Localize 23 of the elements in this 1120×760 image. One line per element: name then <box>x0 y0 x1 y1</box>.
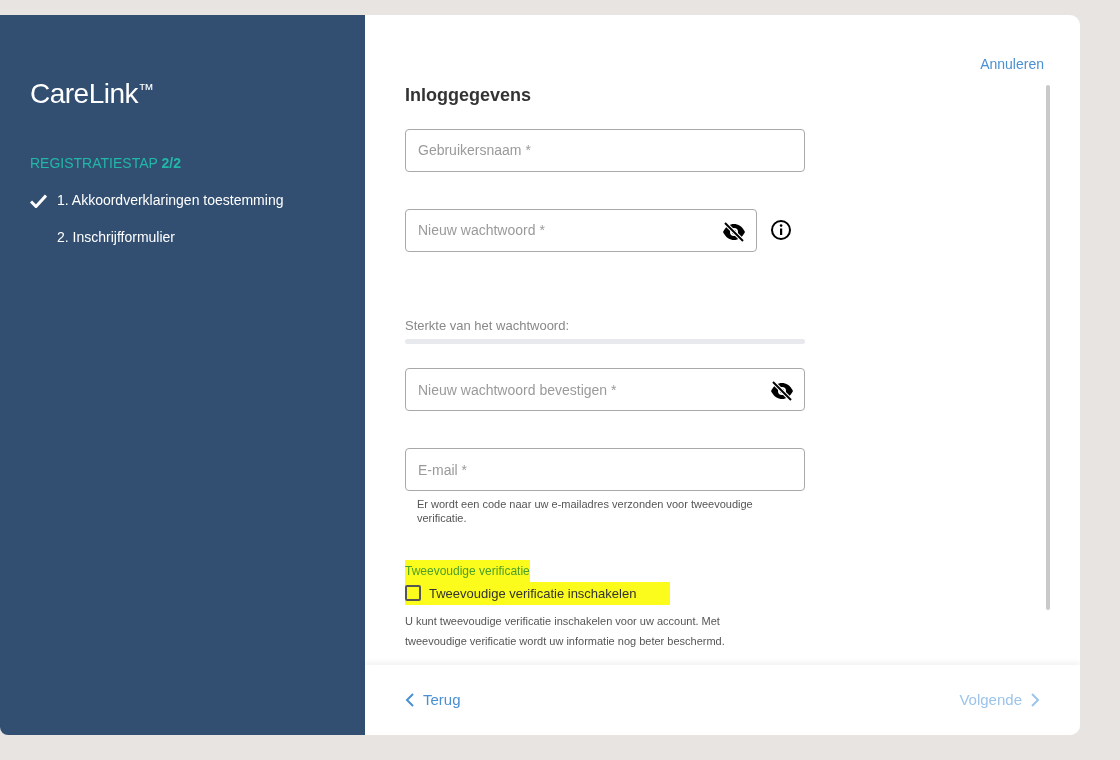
chevron-left-icon <box>405 693 415 707</box>
form-title: Inloggegevens <box>405 85 533 107</box>
strength-label: Sterkte van het wachtwoord: <box>405 317 571 334</box>
password-field[interactable]: Nieuw wachtwoord * <box>405 208 757 252</box>
step-label: 2. Inschrijfformulier <box>57 228 175 247</box>
checkbox[interactable] <box>405 585 421 602</box>
chevron-right-icon <box>1030 693 1040 707</box>
step-label: 1. Akkoordverklaringen toestemming <box>57 191 284 210</box>
confirm-password-field[interactable]: Nieuw wachtwoord bevestigen * <box>405 368 805 412</box>
info-icon[interactable] <box>770 219 792 242</box>
scrollbar[interactable] <box>1046 85 1050 610</box>
email-field[interactable]: E-mail * <box>405 448 805 492</box>
logo: CareLink$^{™}$ <box>30 77 155 111</box>
checkbox-label: Tweevoudige verificatie inschakelen <box>429 584 637 603</box>
section-title: Tweevoudige verificatie <box>405 559 530 582</box>
cancel-link[interactable]: Annuleren <box>980 54 1044 75</box>
description-text: U kunt tweevoudige verificatie inschakelen voor uw account. Met tweevoudige verificatie wordt uw informatie nog beter beschermd. <box>405 614 726 650</box>
step-counter: REGISTRATIESTAP 2/2 <box>30 154 182 173</box>
email-help-text: Er wordt een code naar uw e-mailadres verzonden voor tweevoudige verificatie. <box>416 497 754 526</box>
hidden-eye-icon[interactable] <box>721 219 747 242</box>
username-field[interactable]: Gebruikersnaam * <box>405 128 805 172</box>
hidden-eye-icon[interactable] <box>769 378 795 401</box>
back-button[interactable]: Terug <box>405 688 461 712</box>
